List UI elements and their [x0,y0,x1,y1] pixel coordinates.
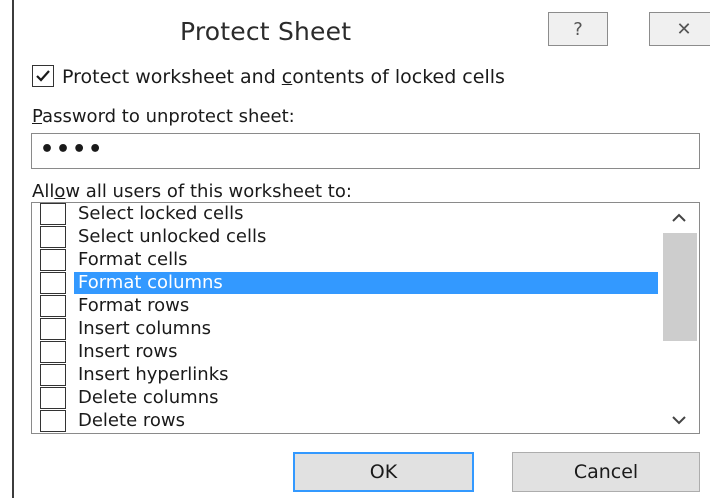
allow-users-label: Allow all users of this worksheet to: [32,181,352,202]
help-button[interactable]: ? [548,12,608,46]
allow-label-pre: All [32,181,55,202]
permission-label: Delete columns [78,387,219,408]
password-label-accel: P [32,106,43,127]
protect-worksheet-checkbox[interactable] [32,65,54,87]
permission-label: Select locked cells [78,203,244,224]
dialog-titlebar: Protect Sheet ? ✕ [14,0,710,60]
close-button[interactable]: ✕ [649,12,710,46]
permission-label: Insert rows [78,341,178,362]
permission-item-format-rows[interactable]: Format rows [32,295,662,317]
ok-button[interactable]: OK [293,452,474,492]
permission-item-select-locked-cells[interactable]: Select locked cells [32,203,662,225]
window-left-edge [0,0,14,498]
permission-item-delete-rows[interactable]: Delete rows [32,410,662,432]
protect-worksheet-label[interactable]: Protect worksheet and contents of locked… [62,66,505,88]
permission-checkbox[interactable] [40,272,66,294]
permission-label: Format rows [78,295,190,316]
permission-label: Format cells [78,249,188,270]
permission-label: Insert columns [78,318,211,339]
password-input[interactable]: •••• [31,133,700,169]
chevron-up-icon [672,213,686,222]
permission-label: Format columns [74,272,658,294]
scroll-down-button[interactable] [669,411,689,429]
question-mark-icon: ? [573,18,583,40]
permission-item-insert-columns[interactable]: Insert columns [32,318,662,340]
permission-label: Select unlocked cells [78,226,267,247]
permission-checkbox[interactable] [40,203,66,225]
scroll-up-button[interactable] [669,209,689,227]
allow-label-accel: o [54,181,66,202]
allow-label-post: w all users of this worksheet to: [65,181,352,202]
permission-item-insert-hyperlinks[interactable]: Insert hyperlinks [32,364,662,386]
password-label-rest: assword to unprotect sheet: [42,106,295,127]
permission-label: Delete rows [78,410,185,431]
permission-label: Insert hyperlinks [78,364,229,385]
checkmark-icon [36,70,50,82]
permission-checkbox[interactable] [40,318,66,340]
permissions-list[interactable]: Select locked cells Select unlocked cell… [31,202,700,434]
protect-label-pre: Protect worksheet and [62,66,282,88]
chevron-down-icon [672,416,686,425]
permission-checkbox[interactable] [40,410,66,432]
protect-label-post: ontents of locked cells [292,66,505,88]
password-label: Password to unprotect sheet: [32,106,295,127]
dialog-title: Protect Sheet [180,17,352,46]
permission-checkbox[interactable] [40,295,66,317]
permission-checkbox[interactable] [40,364,66,386]
permission-item-insert-rows[interactable]: Insert rows [32,341,662,363]
permission-checkbox[interactable] [40,387,66,409]
close-icon: ✕ [676,18,692,40]
permission-item-select-unlocked-cells[interactable]: Select unlocked cells [32,226,662,248]
permission-checkbox[interactable] [40,341,66,363]
protect-label-accel: c [281,66,293,88]
permission-item-format-columns[interactable]: Format columns [32,272,662,294]
permission-item-delete-columns[interactable]: Delete columns [32,387,662,409]
permission-checkbox[interactable] [40,249,66,271]
cancel-button[interactable]: Cancel [512,452,700,492]
list-scrollbar[interactable] [659,203,699,433]
scroll-thumb[interactable] [663,233,697,341]
permission-item-format-cells[interactable]: Format cells [32,249,662,271]
permission-checkbox[interactable] [40,226,66,248]
